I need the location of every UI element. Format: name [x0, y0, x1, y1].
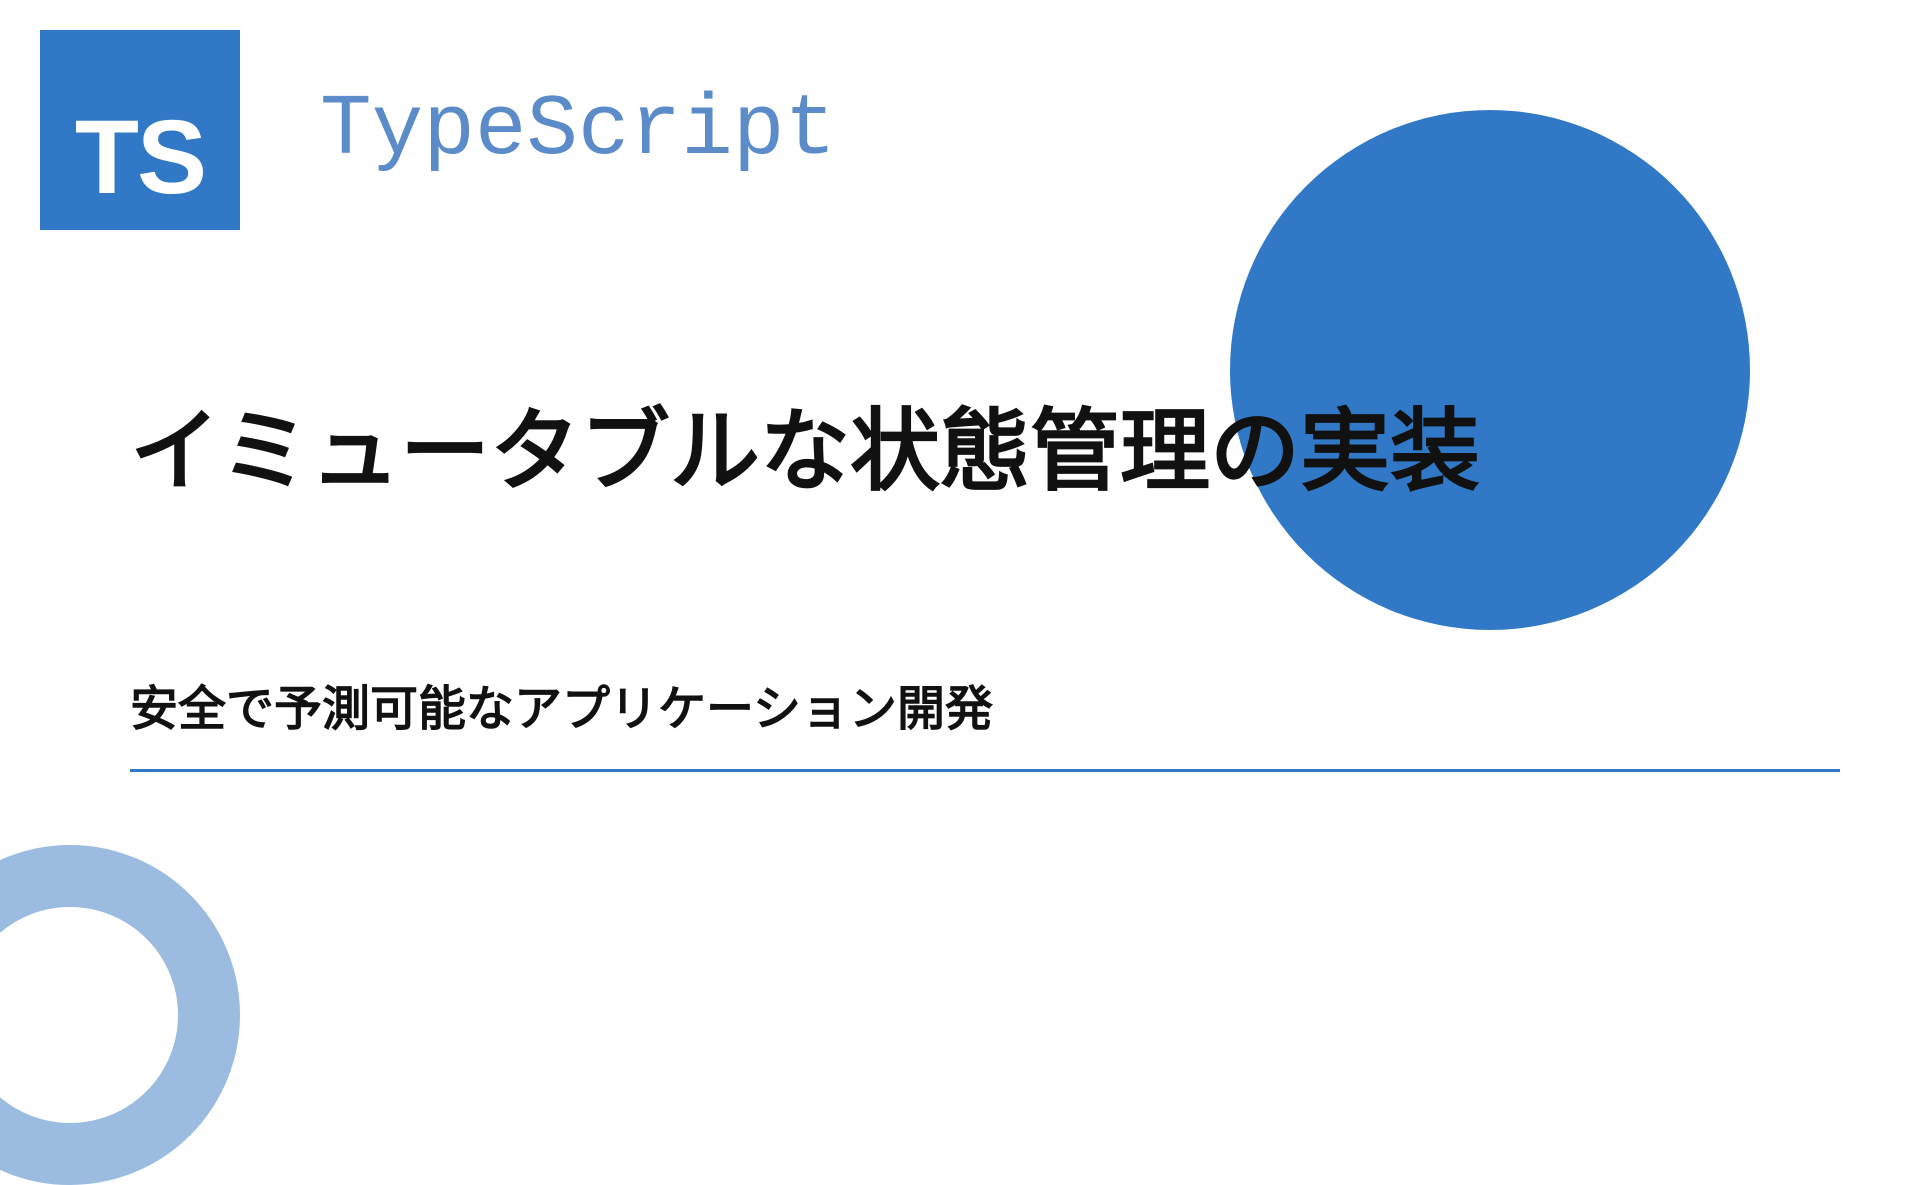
badge-text: TS	[75, 98, 205, 218]
typescript-badge: TS	[40, 30, 240, 230]
slide-container: TS TypeScript イミュータブルな状態管理の実装 安全で予測可能なアプ…	[0, 0, 1920, 1080]
decorative-circle-large	[1230, 110, 1750, 630]
divider-line	[130, 769, 1840, 772]
slide-subtitle: 安全で予測可能なアプリケーション開発	[130, 669, 1880, 739]
decorative-circle-ring	[0, 845, 240, 1185]
slide-title: イミュータブルな状態管理の実装	[130, 390, 1630, 514]
typescript-label: TypeScript	[320, 81, 836, 179]
